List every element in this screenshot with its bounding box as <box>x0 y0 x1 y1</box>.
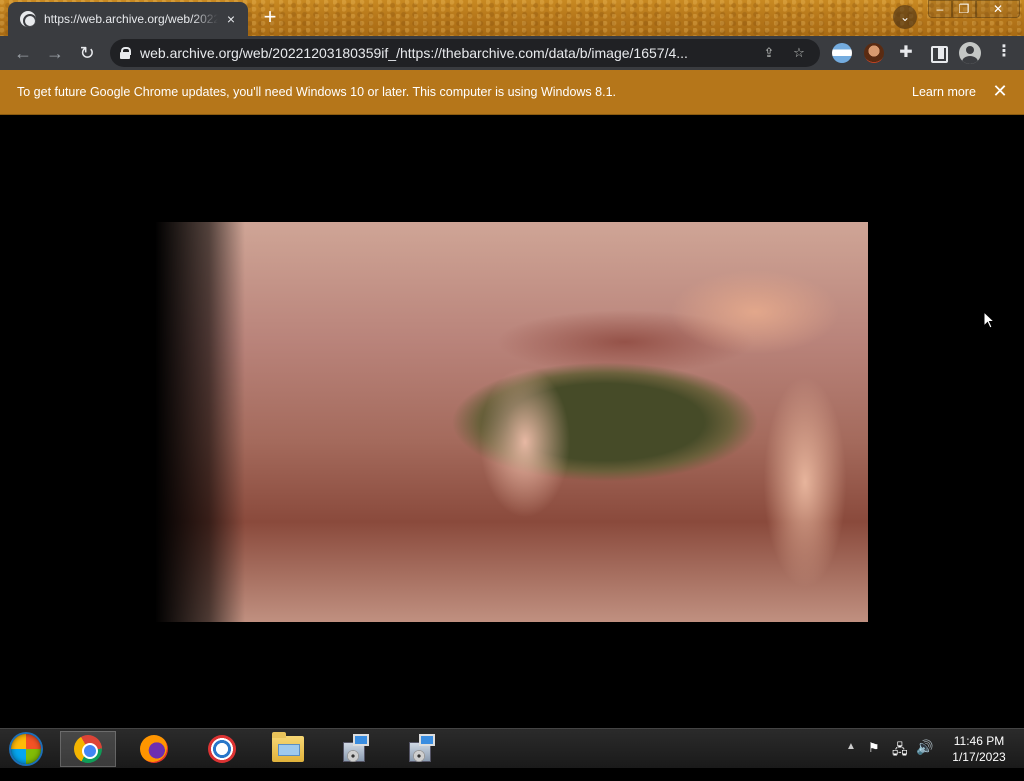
title-bar: https://web.archive.org/web/2022 × + ⌄ –… <box>0 0 1024 36</box>
windows-logo-icon <box>11 734 41 764</box>
windows-taskbar: ▲ ⚑ 🖧 🔊 11:46 PM 1/17/2023 <box>0 728 1024 768</box>
update-infobar: To get future Google Chrome updates, you… <box>0 70 1024 115</box>
reload-button[interactable]: ↻ <box>74 40 100 66</box>
clock-date: 1/17/2023 <box>952 750 1006 764</box>
extensions-puzzle-icon[interactable]: ✚ <box>896 43 916 63</box>
opera-icon <box>208 735 236 763</box>
new-tab-button[interactable]: + <box>258 6 282 30</box>
mouse-cursor-icon <box>983 311 995 329</box>
extension-avatar-icon[interactable] <box>864 43 884 63</box>
back-button[interactable]: ← <box>10 40 36 66</box>
learn-more-link[interactable]: Learn more <box>912 85 976 99</box>
installer-icon <box>407 734 437 764</box>
globe-icon <box>20 11 36 27</box>
installer-icon <box>341 734 371 764</box>
start-button[interactable] <box>6 733 46 765</box>
file-explorer-icon <box>272 732 304 762</box>
window-close-button[interactable]: ✕ <box>976 0 1020 18</box>
minimize-button[interactable]: – <box>928 0 952 18</box>
chrome-icon <box>74 735 102 763</box>
action-center-flag-icon[interactable]: ⚑ <box>868 740 880 780</box>
lock-icon[interactable] <box>120 47 131 59</box>
tab-close-button[interactable]: × <box>222 10 240 28</box>
browser-toolbar: ← → ↻ web.archive.org/web/20221203180359… <box>0 36 1024 70</box>
infobar-close-button[interactable]: ✕ <box>992 81 1008 102</box>
taskbar-file-explorer[interactable] <box>260 731 316 767</box>
browser-tab[interactable]: https://web.archive.org/web/2022 × <box>8 2 248 36</box>
forward-button[interactable]: → <box>42 40 68 66</box>
volume-icon[interactable]: 🔊 <box>916 739 933 779</box>
show-hidden-icons-button[interactable]: ▲ <box>846 741 856 781</box>
taskbar-setup-2[interactable] <box>394 731 450 767</box>
taskbar-setup-1[interactable] <box>328 731 384 767</box>
clock-time: 11:46 PM <box>953 734 1005 748</box>
url-text[interactable]: web.archive.org/web/20221203180359if_/ht… <box>140 45 750 61</box>
taskbar-firefox[interactable] <box>126 731 182 767</box>
bookmark-star-icon[interactable]: ☆ <box>788 42 810 64</box>
extension-flag-icon[interactable] <box>832 43 852 63</box>
taskbar-chrome[interactable] <box>60 731 116 767</box>
firefox-icon <box>140 735 168 763</box>
infobar-message: To get future Google Chrome updates, you… <box>17 85 616 99</box>
taskbar-opera[interactable] <box>194 731 250 767</box>
tab-search-button[interactable]: ⌄ <box>893 5 917 29</box>
network-icon[interactable]: 🖧 <box>892 739 908 779</box>
profile-avatar-icon[interactable] <box>959 42 981 64</box>
side-panel-icon[interactable] <box>928 43 948 63</box>
restore-button[interactable]: ❐ <box>952 0 976 18</box>
page-content <box>0 116 1024 728</box>
share-icon[interactable]: ⇪ <box>758 42 780 64</box>
chrome-menu-button[interactable]: ⋮ <box>994 43 1014 63</box>
tab-title: https://web.archive.org/web/2022 <box>44 12 218 26</box>
address-bar[interactable]: web.archive.org/web/20221203180359if_/ht… <box>110 39 820 67</box>
system-clock[interactable]: 11:46 PM 1/17/2023 <box>944 733 1014 765</box>
archived-image <box>155 222 868 622</box>
